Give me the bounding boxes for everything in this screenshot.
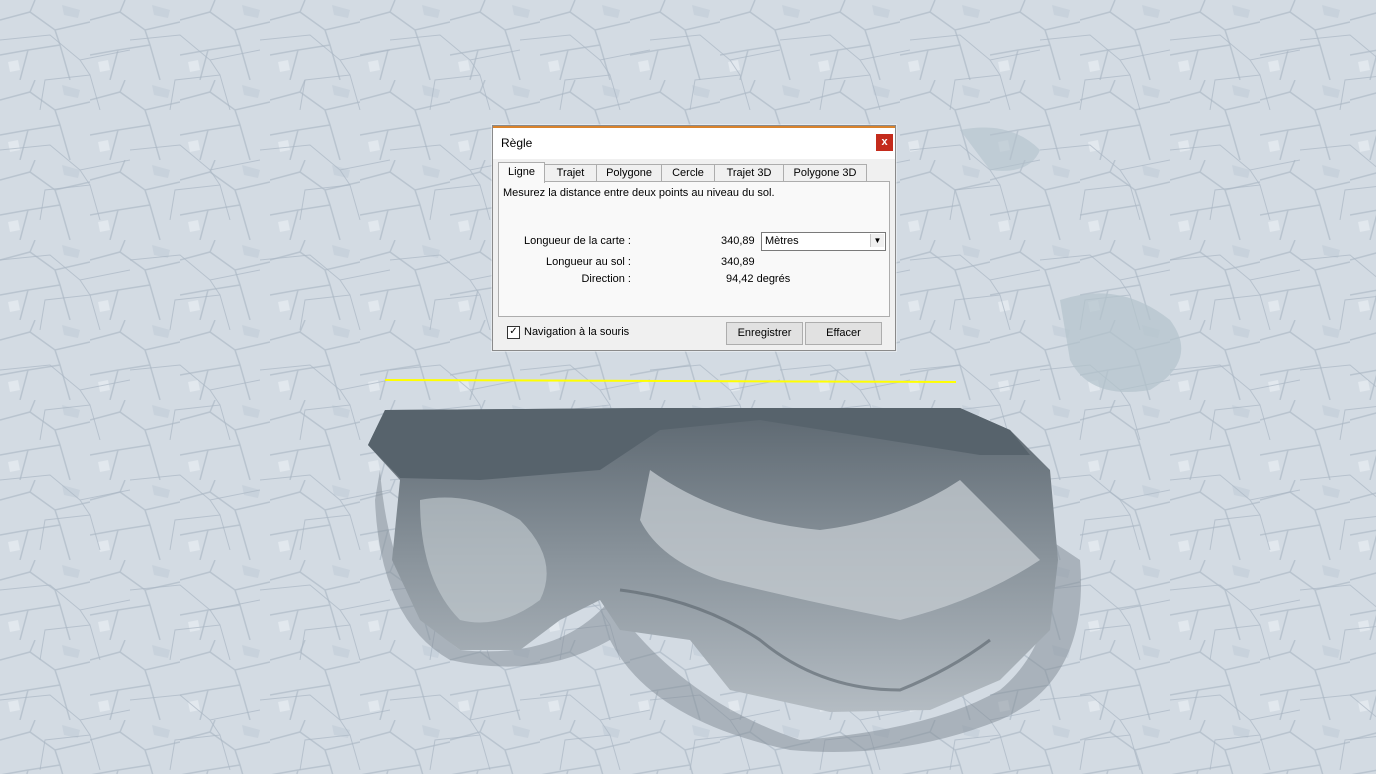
save-button[interactable]: Enregistrer bbox=[726, 322, 803, 345]
close-button[interactable]: x bbox=[876, 134, 893, 151]
tab-cercle[interactable]: Cercle bbox=[661, 164, 715, 182]
chevron-down-icon[interactable]: ▼ bbox=[870, 234, 884, 247]
tab-ligne[interactable]: Ligne bbox=[498, 162, 545, 183]
mouse-nav-label[interactable]: Navigation à la souris bbox=[524, 326, 629, 338]
direction-value: 94,42 degrés bbox=[726, 273, 791, 285]
tab-trajet-3d[interactable]: Trajet 3D bbox=[714, 164, 784, 182]
tab-polygone-3d[interactable]: Polygone 3D bbox=[783, 164, 867, 182]
dialog-footer: ✓ Navigation à la souris Enregistrer Eff… bbox=[493, 319, 893, 349]
unit-select[interactable]: Mètres ▼ bbox=[761, 232, 886, 251]
tab-trajet[interactable]: Trajet bbox=[544, 164, 597, 182]
tab-panel-ligne: Mesurez la distance entre deux points au… bbox=[498, 181, 890, 317]
map-length-label: Longueur de la carte : bbox=[523, 235, 631, 247]
ruler-dialog: Règle x Ligne Trajet Polygone Cercle Tra… bbox=[492, 125, 896, 351]
ground-length-value: 340,89 bbox=[721, 256, 755, 268]
tab-polygone[interactable]: Polygone bbox=[596, 164, 662, 182]
titlebar[interactable]: Règle x bbox=[493, 126, 895, 159]
ground-length-label: Longueur au sol : bbox=[545, 256, 631, 268]
dialog-title: Règle bbox=[501, 136, 533, 150]
mouse-nav-checkbox[interactable]: ✓ bbox=[507, 326, 520, 339]
clear-button[interactable]: Effacer bbox=[805, 322, 882, 345]
map-length-value: 340,89 bbox=[721, 235, 755, 247]
direction-label: Direction : bbox=[581, 273, 631, 285]
unit-selected-value: Mètres bbox=[765, 235, 799, 247]
satellite-map[interactable] bbox=[0, 0, 1376, 774]
description-text: Mesurez la distance entre deux points au… bbox=[503, 187, 775, 199]
